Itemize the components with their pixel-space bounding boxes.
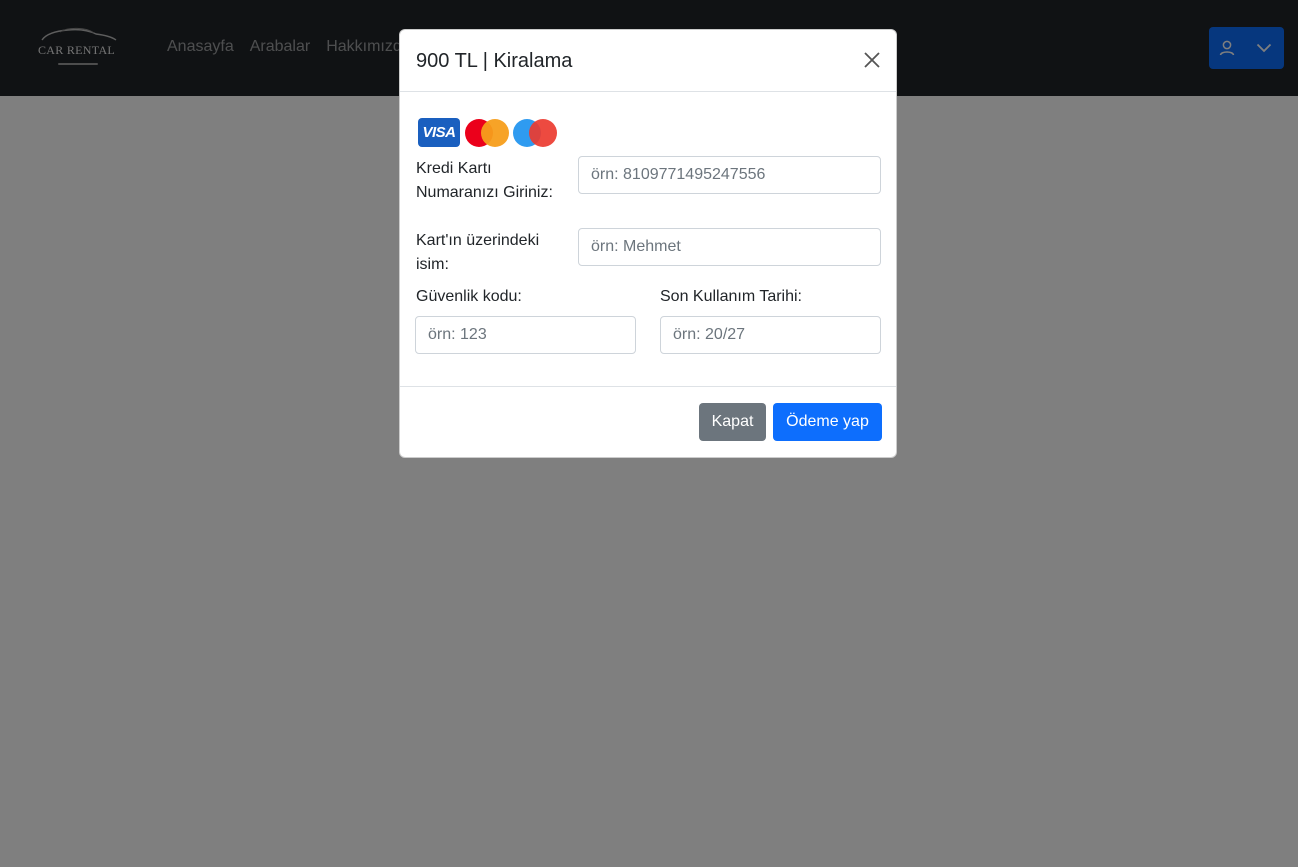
cvv-input[interactable]: [415, 316, 636, 354]
modal-footer-divider: [400, 386, 896, 387]
expiry-label: Son Kullanım Tarihi:: [660, 288, 802, 305]
mastercard-logo-icon: [465, 118, 511, 147]
cvv-label: Güvenlik kodu:: [416, 288, 522, 305]
maestro-logo-icon: [513, 118, 559, 147]
modal-header: 900 TL | Kiralama: [400, 30, 896, 92]
expiry-input[interactable]: [660, 316, 881, 354]
payment-modal: 900 TL | Kiralama VISA Kredi Kartı Numar…: [399, 29, 897, 458]
pay-button[interactable]: Ödeme yap: [773, 403, 882, 441]
card-name-input[interactable]: [578, 228, 881, 266]
card-number-label: Kredi Kartı Numaranızı Giriniz:: [416, 160, 553, 201]
visa-logo-icon: VISA: [418, 118, 460, 147]
visa-logo-text: VISA: [422, 124, 456, 141]
close-icon[interactable]: [862, 50, 882, 70]
close-button[interactable]: Kapat: [699, 403, 766, 441]
card-name-label: Kart'ın üzerindeki isim:: [416, 232, 540, 273]
modal-title: 900 TL | Kiralama: [416, 50, 573, 72]
card-number-input[interactable]: [578, 156, 881, 194]
